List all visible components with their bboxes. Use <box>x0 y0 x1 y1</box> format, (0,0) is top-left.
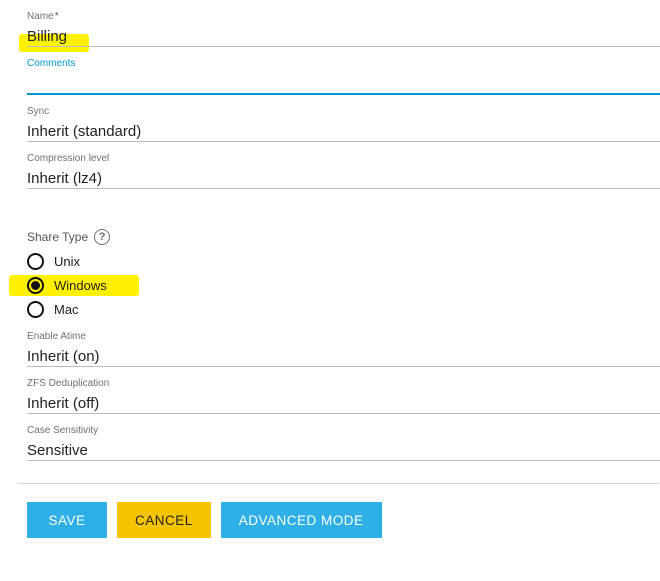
casesens-select[interactable]: Sensitive <box>27 438 660 460</box>
comments-field: Comments <box>27 57 660 95</box>
radio-outer-icon <box>27 301 44 318</box>
share-type-radio-mac[interactable]: Mac <box>27 301 660 318</box>
dedup-field: ZFS Deduplication Inherit (off) <box>27 377 660 414</box>
help-icon[interactable]: ? <box>94 229 110 245</box>
compression-label: Compression level <box>27 152 660 166</box>
save-button[interactable]: SAVE <box>27 502 107 538</box>
comments-label: Comments <box>27 57 660 71</box>
dedup-label: ZFS Deduplication <box>27 377 660 391</box>
name-label: Name* <box>27 10 660 24</box>
comments-input[interactable] <box>27 71 660 93</box>
radio-label: Unix <box>54 254 80 269</box>
compression-select[interactable]: Inherit (lz4) <box>27 166 660 188</box>
casesens-field: Case Sensitivity Sensitive <box>27 424 660 461</box>
dedup-select[interactable]: Inherit (off) <box>27 391 660 413</box>
actions-row: SAVE CANCEL ADVANCED MODE <box>27 502 660 538</box>
share-type-radio-group: Unix Windows Mac <box>27 253 660 318</box>
atime-select[interactable]: Inherit (on) <box>27 344 660 366</box>
compression-field: Compression level Inherit (lz4) <box>27 152 660 189</box>
radio-label: Mac <box>54 302 79 317</box>
share-type-label: Share Type <box>27 230 88 244</box>
radio-outer-icon <box>27 277 44 294</box>
radio-outer-icon <box>27 253 44 270</box>
name-input[interactable] <box>27 24 660 46</box>
share-type-radio-unix[interactable]: Unix <box>27 253 660 270</box>
separator <box>19 483 659 484</box>
sync-select[interactable]: Inherit (standard) <box>27 119 660 141</box>
casesens-label: Case Sensitivity <box>27 424 660 438</box>
share-type-row: Share Type ? <box>27 229 660 245</box>
radio-label: Windows <box>54 278 107 293</box>
sync-label: Sync <box>27 105 660 119</box>
advanced-mode-button[interactable]: ADVANCED MODE <box>221 502 382 538</box>
atime-field: Enable Atime Inherit (on) <box>27 330 660 367</box>
sync-field: Sync Inherit (standard) <box>27 105 660 142</box>
cancel-button[interactable]: CANCEL <box>117 502 211 538</box>
share-type-radio-windows[interactable]: Windows <box>27 277 660 294</box>
atime-label: Enable Atime <box>27 330 660 344</box>
name-field: Name* <box>27 10 660 47</box>
